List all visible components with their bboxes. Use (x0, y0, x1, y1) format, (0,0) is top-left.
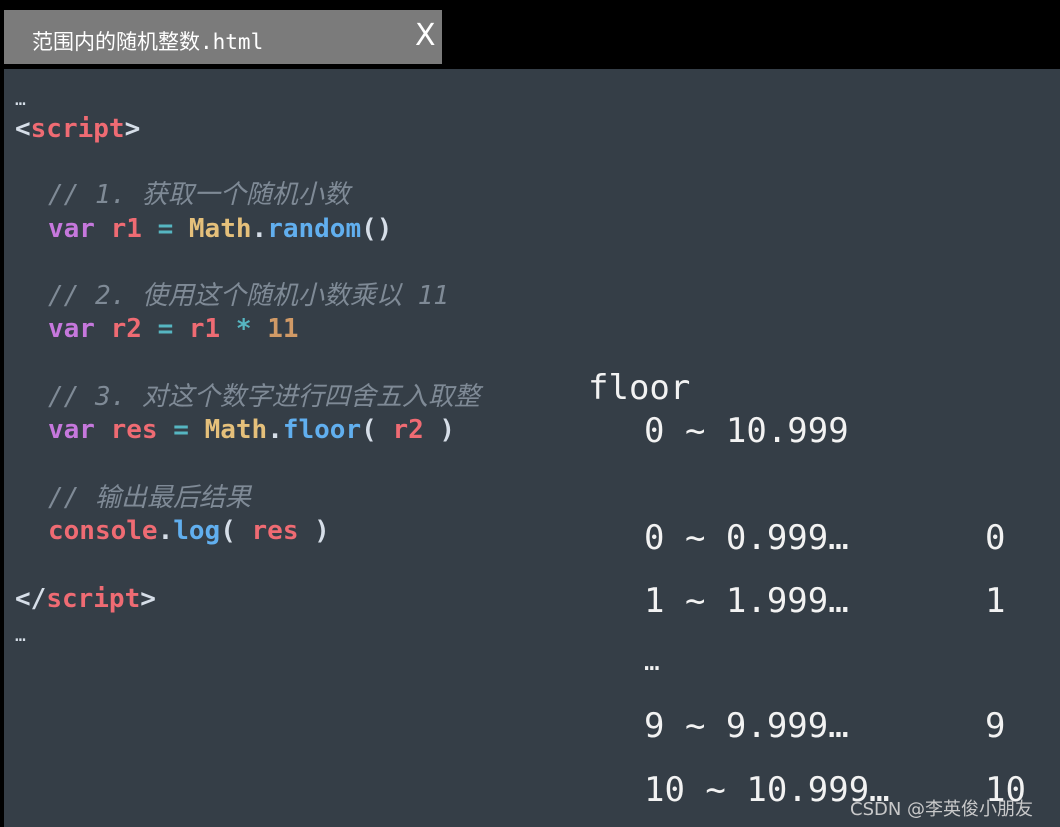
tag-bracket: > (124, 114, 141, 144)
punctuation: ( (220, 516, 236, 546)
code-editor[interactable]: … <script> // 1. 获取一个随机小数 var r1 = Math.… (4, 69, 1060, 827)
punctuation: () (361, 214, 393, 244)
variable: res (251, 516, 299, 546)
variable: r2 (110, 314, 142, 344)
tag-bracket: > (140, 584, 156, 614)
punctuation: . (267, 415, 283, 445)
annotation-title: floor (588, 368, 691, 408)
ellipsis-bottom: … (15, 625, 26, 646)
close-icon[interactable]: X (415, 21, 436, 51)
code-line-2: var r2 = r1 * 11 (48, 316, 299, 342)
operator: = (157, 214, 174, 244)
annotation-row-range: 1 ~ 1.999… (644, 581, 849, 621)
script-open-tag: <script> (15, 116, 140, 142)
variable: r1 (110, 214, 142, 244)
annotation-row-range: 9 ~ 9.999… (644, 706, 849, 746)
punctuation: . (251, 214, 268, 244)
object-name: console (48, 516, 158, 546)
tag-name: script (30, 114, 125, 144)
watermark: CSDN @李英俊小朋友 (850, 799, 1034, 820)
comment-line-4: // 输出最后结果 (48, 483, 251, 513)
keyword: var (48, 214, 95, 244)
number: 11 (267, 314, 299, 344)
annotation-row-range: 0 ~ 0.999… (644, 518, 849, 558)
file-tab[interactable]: 范围内的随机整数.html X (4, 10, 442, 64)
class-name: Math (188, 214, 252, 244)
tag-name: script (46, 584, 141, 614)
comment-line-1: // 1. 获取一个随机小数 (48, 180, 350, 210)
code-line-1: var r1 = Math.random() (48, 216, 392, 242)
comment-line-3: // 3. 对这个数字进行四舍五入取整 (48, 382, 480, 412)
code-line-3: var res = Math.floor( r2 ) (48, 417, 455, 443)
punctuation: ) (314, 516, 330, 546)
keyword: var (48, 415, 95, 445)
tab-title: 范围内的随机整数.html (32, 30, 264, 54)
punctuation: ( (361, 415, 377, 445)
function-name: floor (282, 415, 362, 445)
class-name: Math (204, 415, 268, 445)
keyword: var (48, 314, 95, 344)
operator: = (173, 415, 189, 445)
annotation-row-ellipsis: … (644, 647, 660, 677)
operator: = (157, 314, 174, 344)
variable: r2 (392, 415, 424, 445)
tag-bracket: </ (15, 584, 47, 614)
variable: res (110, 415, 158, 445)
annotation-row-result: 1 (985, 581, 1006, 621)
annotation-row-result: 0 (985, 518, 1006, 558)
variable: r1 (188, 314, 221, 344)
ellipsis-top: … (15, 89, 26, 110)
comment-line-2: // 2. 使用这个随机小数乘以 11 (48, 281, 449, 311)
script-close-tag: </script> (15, 586, 156, 612)
annotation-range: 0 ~ 10.999 (644, 411, 849, 451)
function-name: log (173, 516, 221, 546)
code-line-4: console.log( res ) (48, 518, 330, 544)
punctuation: . (157, 516, 174, 546)
tag-bracket: < (15, 114, 31, 144)
function-name: random (267, 214, 362, 244)
operator: * (235, 314, 252, 344)
punctuation: ) (439, 415, 456, 445)
annotation-row-result: 9 (985, 706, 1006, 746)
